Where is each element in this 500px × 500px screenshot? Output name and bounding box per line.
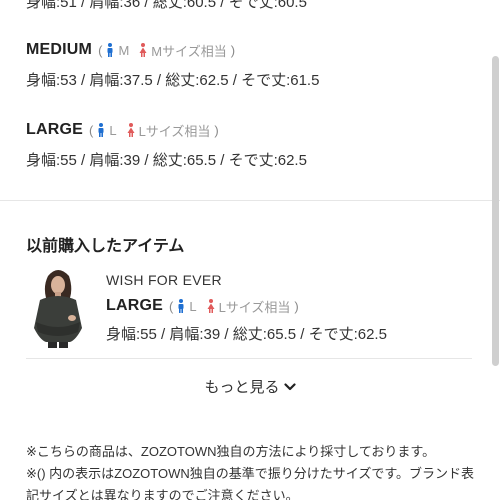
show-more-button[interactable]: もっと見る [0, 376, 500, 397]
female-person-icon [207, 299, 215, 313]
notes: ※こちらの商品は、ZOZOTOWN独自の方法により採寸しております。 ※() 内… [26, 441, 486, 500]
note-measurement-method: ※こちらの商品は、ZOZOTOWN独自の方法により採寸しております。 [26, 444, 436, 459]
female-size: Lサイズ相当 [207, 297, 290, 316]
purchased-item-info[interactable]: WISH FOR EVER LARGE ( L Lサイズ相当 ) 身幅:55 /… [106, 272, 387, 344]
item-measurements: 身幅:55 / 肩幅:39 / 総丈:65.5 / そで丈:62.5 [106, 326, 387, 343]
male-size: L [177, 299, 197, 314]
male-size: L [97, 123, 117, 138]
female-size: Mサイズ相当 [139, 41, 227, 60]
size-name: LARGE [26, 121, 83, 138]
item-thumbnail[interactable] [26, 266, 90, 348]
size-row-medium: MEDIUM ( M Mサイズ相当 ) 身幅:53 / 肩幅:37.5 / 総丈… [26, 41, 320, 89]
size-measurements: 身幅:53 / 肩幅:37.5 / 総丈:62.5 / そで丈:61.5 [26, 72, 320, 89]
item-brand: WISH FOR EVER [106, 272, 222, 288]
note-size-disclaimer: ※() 内の表示はZOZOTOWN独自の基準で振り分けたサイズです。ブランド表記… [26, 466, 475, 500]
male-person-icon [107, 43, 113, 57]
scrollbar[interactable] [492, 56, 499, 366]
chevron-down-icon [283, 382, 296, 390]
female-person-icon [127, 123, 135, 137]
item-divider [26, 358, 472, 359]
section-divider [0, 200, 500, 201]
section-title: 以前購入したアイテム [26, 238, 185, 255]
size-row-large: LARGE ( L Lサイズ相当 ) 身幅:55 / 肩幅:39 / 総丈:65… [26, 121, 307, 169]
size-measurements: 身幅:55 / 肩幅:39 / 総丈:65.5 / そで丈:62.5 [26, 152, 307, 169]
female-person-icon [139, 43, 147, 57]
size-name: LARGE [106, 297, 163, 314]
female-size: Lサイズ相当 [127, 121, 210, 140]
male-person-icon [98, 123, 104, 137]
male-person-icon [178, 299, 184, 313]
size-name: MEDIUM [26, 41, 93, 58]
item-photo [26, 266, 90, 348]
male-size: M [106, 43, 129, 58]
previous-size-measurements: 身幅:51 / 肩幅:36 / 総丈:60.5 / そで丈:60.5 [26, 0, 307, 11]
show-more-label: もっと見る [204, 379, 280, 396]
